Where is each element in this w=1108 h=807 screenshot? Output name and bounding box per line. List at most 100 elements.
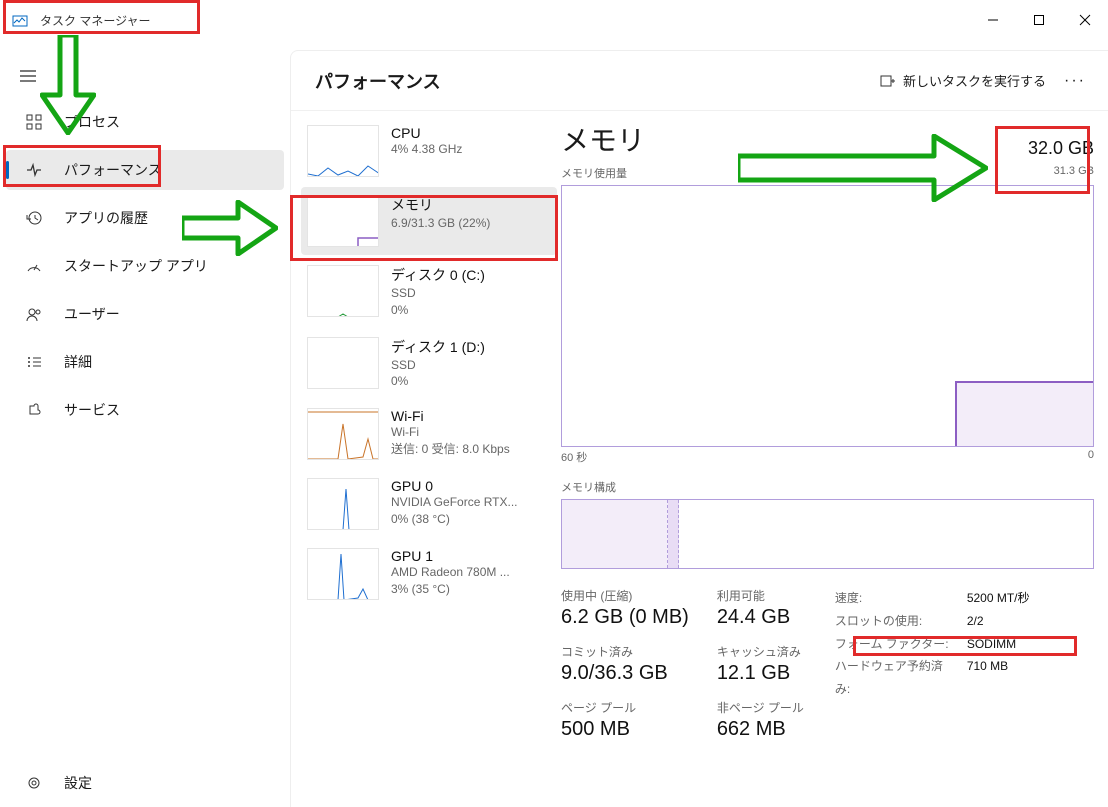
perf-sub2: 送信: 0 受信: 8.0 Kbps — [391, 441, 551, 458]
perf-item-disk1[interactable]: ディスク 1 (D:)SSD0% — [301, 329, 557, 399]
history-icon — [26, 210, 44, 226]
gauge-icon — [26, 258, 44, 274]
nav-app-history[interactable]: アプリの履歴 — [6, 198, 284, 238]
slots-value: 2/2 — [967, 610, 984, 633]
cached-value: 12.1 GB — [717, 662, 807, 685]
perf-title: CPU — [391, 125, 551, 141]
nav-label: ユーザー — [64, 304, 120, 324]
nav-details[interactable]: 詳細 — [6, 342, 284, 382]
memory-detail: メモリ 32.0 GB メモリ使用量 31.3 GB 60 秒 0 メモリ構成 — [561, 111, 1108, 807]
maximize-button[interactable] — [1016, 0, 1062, 40]
pulse-icon — [26, 162, 44, 178]
nav-label: スタートアップ アプリ — [64, 256, 208, 276]
nav-label: アプリの履歴 — [64, 208, 148, 228]
perf-sub: 4% 4.38 GHz — [391, 141, 551, 158]
perf-sub: SSD — [391, 285, 551, 302]
content-header: パフォーマンス 新しいタスクを実行する ··· — [291, 51, 1108, 111]
perf-sub: AMD Radeon 780M ... — [391, 564, 551, 581]
committed-value: 9.0/36.3 GB — [561, 662, 689, 685]
usage-label: メモリ使用量 — [561, 165, 627, 181]
memory-usage-chart — [561, 185, 1094, 447]
perf-title: ディスク 0 (C:) — [391, 265, 551, 285]
wifi-thumbnail — [307, 408, 379, 460]
minimize-button[interactable] — [970, 0, 1016, 40]
committed-label: コミット済み — [561, 643, 689, 660]
speed-value: 5200 MT/秒 — [967, 587, 1030, 610]
sidebar: プロセス パフォーマンス アプリの履歴 スタートアップ アプリ ユーザー 詳細 … — [0, 40, 290, 807]
perf-sub2: 0% — [391, 373, 551, 390]
new-task-label: 新しいタスクを実行する — [903, 71, 1046, 90]
time-start: 60 秒 — [561, 449, 587, 465]
in-use-label: 使用中 (圧縮) — [561, 587, 689, 604]
perf-title: メモリ — [391, 195, 551, 215]
gpu0-thumbnail — [307, 478, 379, 530]
titlebar: タスク マネージャー — [0, 0, 1108, 40]
gpu1-thumbnail — [307, 548, 379, 600]
window-controls — [970, 0, 1108, 40]
grid-icon — [26, 114, 44, 130]
perf-title: GPU 1 — [391, 548, 551, 564]
nav-performance[interactable]: パフォーマンス — [6, 150, 284, 190]
speed-key: 速度: — [835, 587, 955, 610]
cached-label: キャッシュ済み — [717, 643, 807, 660]
disk0-thumbnail — [307, 265, 379, 317]
time-end: 0 — [1088, 449, 1094, 465]
nav-users[interactable]: ユーザー — [6, 294, 284, 334]
perf-item-gpu1[interactable]: GPU 1AMD Radeon 780M ...3% (35 °C) — [301, 540, 557, 608]
nav-startup[interactable]: スタートアップ アプリ — [6, 246, 284, 286]
composition-label: メモリ構成 — [561, 479, 1094, 495]
puzzle-icon — [26, 402, 44, 418]
perf-item-disk0[interactable]: ディスク 0 (C:)SSD0% — [301, 257, 557, 327]
nav-label: 詳細 — [64, 352, 92, 372]
available-value: 24.4 GB — [717, 606, 807, 629]
content-panel: パフォーマンス 新しいタスクを実行する ··· CPU4% 4.38 GHz メ… — [290, 50, 1108, 807]
nonpaged-value: 662 MB — [717, 718, 807, 741]
form-value: SODIMM — [967, 633, 1016, 656]
form-key: フォーム ファクター: — [835, 633, 955, 656]
nav-label: サービス — [64, 400, 120, 420]
perf-item-cpu[interactable]: CPU4% 4.38 GHz — [301, 117, 557, 185]
performance-list: CPU4% 4.38 GHz メモリ6.9/31.3 GB (22%) ディスク… — [291, 111, 561, 807]
nav-label: プロセス — [64, 112, 120, 132]
more-button[interactable]: ··· — [1064, 72, 1086, 90]
perf-sub: 6.9/31.3 GB (22%) — [391, 215, 551, 232]
memory-stats: 使用中 (圧縮) 6.2 GB (0 MB) コミット済み 9.0/36.3 G… — [561, 587, 1094, 755]
nav-services[interactable]: サービス — [6, 390, 284, 430]
memory-specs: 速度: 5200 MT/秒 スロットの使用: 2/2 フォーム ファクター: SODI… — [835, 587, 1030, 755]
new-task-button[interactable]: 新しいタスクを実行する — [879, 71, 1046, 90]
close-button[interactable] — [1062, 0, 1108, 40]
nav-label: パフォーマンス — [64, 160, 162, 180]
memory-composition-chart — [561, 499, 1094, 569]
gear-icon — [26, 775, 44, 791]
perf-item-gpu0[interactable]: GPU 0NVIDIA GeForce RTX...0% (38 °C) — [301, 470, 557, 538]
perf-sub: Wi-Fi — [391, 424, 551, 441]
list-icon — [26, 354, 44, 370]
perf-title: ディスク 1 (D:) — [391, 337, 551, 357]
new-task-icon — [879, 73, 895, 89]
nav-settings[interactable]: 設定 — [6, 763, 284, 803]
perf-sub: NVIDIA GeForce RTX... — [391, 494, 551, 511]
usage-max: 31.3 GB — [1054, 165, 1094, 181]
paged-value: 500 MB — [561, 718, 689, 741]
detail-capacity: 32.0 GB — [1028, 138, 1094, 159]
detail-title: メモリ — [561, 119, 645, 159]
window-title: タスク マネージャー — [40, 12, 151, 29]
in-use-value: 6.2 GB (0 MB) — [561, 606, 689, 629]
perf-item-memory[interactable]: メモリ6.9/31.3 GB (22%) — [301, 187, 557, 255]
perf-title: Wi-Fi — [391, 408, 551, 424]
perf-item-wifi[interactable]: Wi-FiWi-Fi送信: 0 受信: 8.0 Kbps — [301, 400, 557, 468]
perf-sub2: 0% (38 °C) — [391, 511, 551, 528]
reserved-value: 710 MB — [967, 655, 1008, 701]
reserved-key: ハードウェア予約済み: — [835, 655, 955, 701]
nav-label: 設定 — [64, 773, 92, 793]
hamburger-menu[interactable] — [0, 62, 290, 98]
perf-sub: SSD — [391, 357, 551, 374]
memory-thumbnail — [307, 195, 379, 247]
slots-key: スロットの使用: — [835, 610, 955, 633]
disk1-thumbnail — [307, 337, 379, 389]
app-icon — [12, 12, 28, 28]
nav-processes[interactable]: プロセス — [6, 102, 284, 142]
page-title: パフォーマンス — [315, 68, 441, 94]
paged-label: ページ プール — [561, 699, 689, 716]
perf-sub2: 3% (35 °C) — [391, 581, 551, 598]
